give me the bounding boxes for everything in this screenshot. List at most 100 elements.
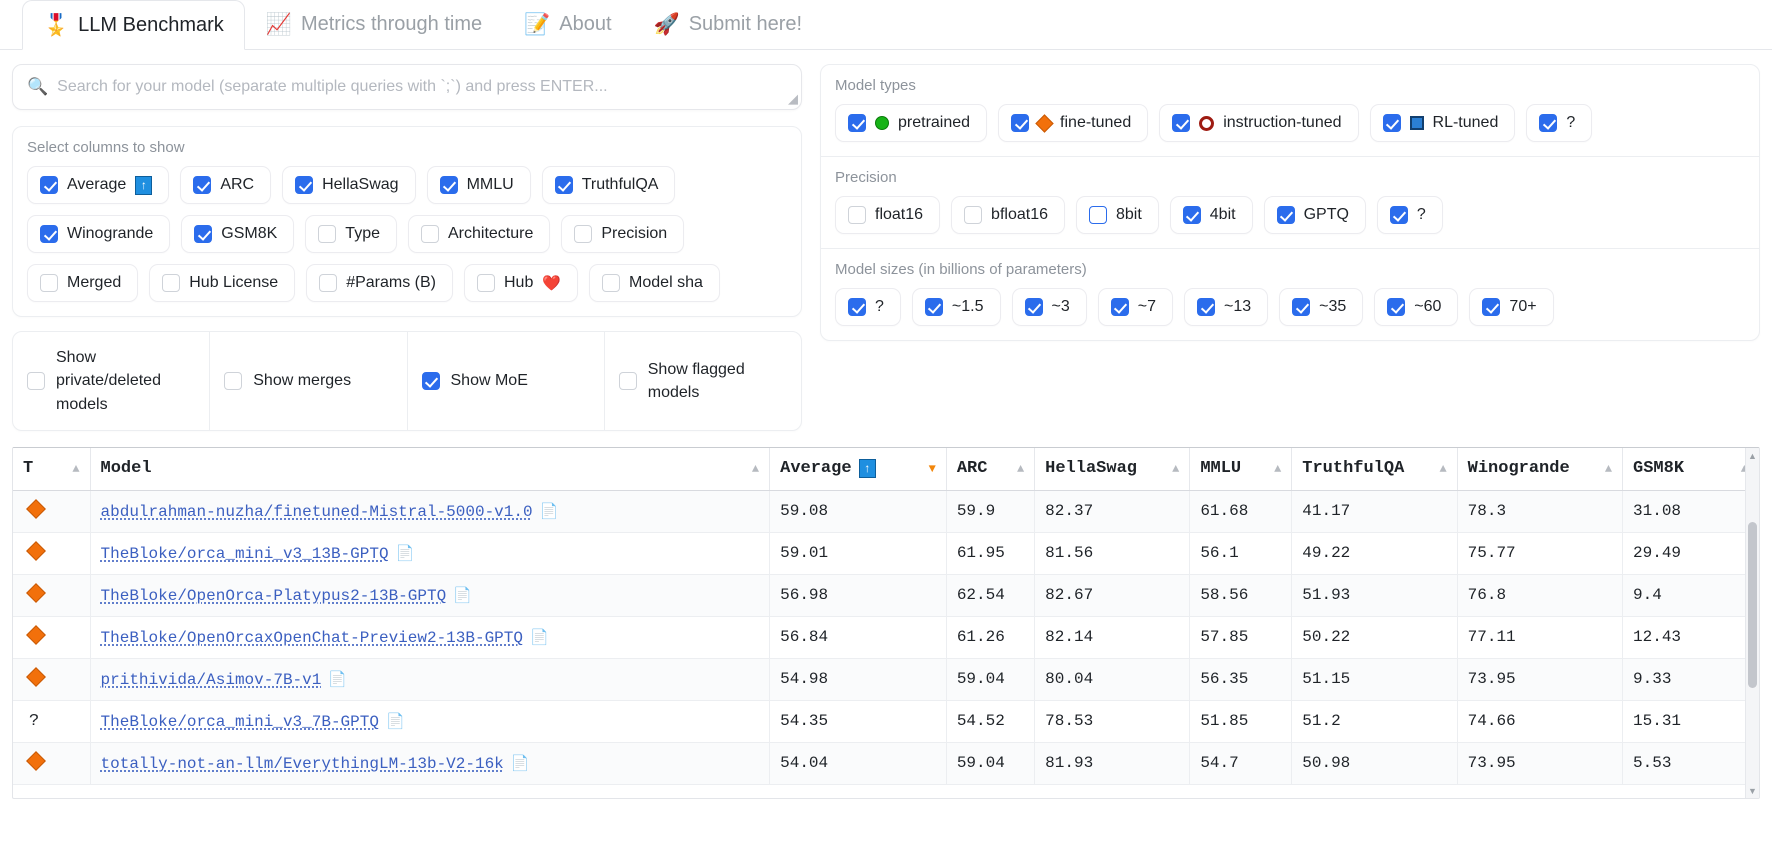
- checkbox[interactable]: [574, 225, 593, 243]
- checkbox[interactable]: [964, 206, 983, 224]
- precision-chip-gptq[interactable]: GPTQ: [1263, 196, 1366, 234]
- sort-asc-icon[interactable]: ▲: [72, 462, 79, 476]
- checkbox[interactable]: [1024, 298, 1043, 316]
- checkbox[interactable]: [1088, 206, 1107, 224]
- show-flagged-models-toggle[interactable]: Show flagged models: [605, 332, 801, 430]
- show-private-deleted-toggle[interactable]: Show private/deleted models: [13, 332, 211, 430]
- column-chip-average[interactable]: Average ↑: [27, 166, 170, 204]
- sort-asc-icon[interactable]: ▲: [1172, 462, 1179, 476]
- checkbox[interactable]: [40, 176, 58, 194]
- checkbox[interactable]: [194, 225, 213, 243]
- model-card-icon[interactable]: 📄: [540, 504, 559, 521]
- checkbox[interactable]: [1482, 298, 1501, 316]
- checkbox[interactable]: [1182, 206, 1201, 224]
- model-size-chip-unknown[interactable]: ?: [835, 288, 901, 326]
- col-header-winogrande[interactable]: Winogrande ▲: [1457, 448, 1624, 491]
- checkbox[interactable]: [318, 225, 337, 243]
- checkbox[interactable]: [848, 298, 866, 316]
- model-size-chip-35[interactable]: ~35: [1279, 288, 1364, 326]
- model-size-chip-70plus[interactable]: 70+: [1469, 288, 1554, 326]
- checkbox[interactable]: [420, 225, 439, 243]
- precision-chip-8bit[interactable]: 8bit: [1075, 196, 1159, 234]
- checkbox[interactable]: [1387, 298, 1406, 316]
- model-size-chip-7[interactable]: ~7: [1097, 288, 1173, 326]
- show-moe-toggle[interactable]: Show MoE: [408, 332, 605, 430]
- column-chip-hub-license[interactable]: Hub License: [149, 264, 296, 302]
- col-header-model[interactable]: Model ▲: [90, 448, 771, 491]
- model-link[interactable]: abdulrahman-nuzha/finetuned-Mistral-5000…: [101, 503, 533, 521]
- checkbox[interactable]: [319, 274, 338, 292]
- checkbox[interactable]: [224, 372, 243, 390]
- checkbox[interactable]: [1382, 114, 1401, 132]
- precision-chip-4bit[interactable]: 4bit: [1169, 196, 1253, 234]
- model-link[interactable]: TheBloke/OpenOrca-Platypus2-13B-GPTQ: [101, 587, 447, 605]
- model-card-icon[interactable]: 📄: [530, 630, 549, 647]
- column-chip-truthfulqa[interactable]: TruthfulQA: [541, 166, 676, 204]
- column-chip-gsm8k[interactable]: GSM8K: [181, 215, 295, 253]
- model-card-icon[interactable]: 📄: [511, 756, 530, 773]
- model-card-icon[interactable]: 📄: [396, 546, 415, 563]
- resize-grip-icon[interactable]: ◢: [782, 91, 798, 107]
- checkbox[interactable]: [848, 114, 866, 132]
- checkbox[interactable]: [1389, 206, 1408, 224]
- column-chip-params[interactable]: #Params (B): [306, 264, 453, 302]
- col-header-t[interactable]: T ▲: [13, 448, 91, 491]
- checkbox[interactable]: [618, 372, 637, 390]
- model-type-chip-unknown[interactable]: ?: [1526, 104, 1593, 142]
- model-link[interactable]: TheBloke/orca_mini_v3_13B-GPTQ: [101, 545, 389, 563]
- model-size-chip-1-5[interactable]: ~1.5: [911, 288, 1001, 326]
- show-merges-toggle[interactable]: Show merges: [210, 332, 408, 430]
- checkbox[interactable]: [421, 372, 440, 390]
- tab-submit-here[interactable]: 🚀 Submit here!: [633, 0, 824, 49]
- model-type-chip-rl-tuned[interactable]: RL-tuned: [1369, 104, 1516, 142]
- model-link[interactable]: TheBloke/OpenOrcaxOpenChat-Preview2-13B-…: [101, 629, 523, 647]
- precision-chip-float16[interactable]: float16: [835, 196, 941, 234]
- tab-llm-benchmark[interactable]: 🎖️ LLM Benchmark: [22, 0, 245, 50]
- checkbox[interactable]: [848, 206, 866, 224]
- checkbox[interactable]: [1276, 206, 1295, 224]
- checkbox[interactable]: [1292, 298, 1311, 316]
- column-chip-mmlu[interactable]: MMLU: [426, 166, 531, 204]
- model-type-chip-instruction-tuned[interactable]: instruction-tuned: [1159, 104, 1359, 142]
- checkbox[interactable]: [439, 176, 458, 194]
- column-chip-hub-hearts[interactable]: Hub ❤️: [464, 264, 579, 302]
- column-chip-architecture[interactable]: Architecture: [407, 215, 551, 253]
- precision-chip-unknown[interactable]: ?: [1376, 196, 1443, 234]
- model-card-icon[interactable]: 📄: [386, 714, 405, 731]
- checkbox[interactable]: [162, 274, 181, 292]
- search-input[interactable]: 🔍 Search for your model (separate multip…: [12, 64, 802, 110]
- scrollbar-thumb[interactable]: [1748, 522, 1757, 688]
- model-type-chip-fine-tuned[interactable]: fine-tuned: [998, 104, 1149, 142]
- tab-metrics-through-time[interactable]: 📈 Metrics through time: [245, 0, 503, 49]
- scroll-down-icon[interactable]: ▼: [1748, 786, 1757, 796]
- col-header-hellaswag[interactable]: HellaSwag ▲: [1034, 448, 1191, 491]
- checkbox[interactable]: [27, 372, 45, 390]
- checkbox[interactable]: [40, 225, 58, 243]
- model-link[interactable]: prithivida/Asimov-7B-v1: [101, 671, 322, 689]
- checkbox[interactable]: [924, 298, 943, 316]
- model-size-chip-3[interactable]: ~3: [1011, 288, 1087, 326]
- scroll-up-icon[interactable]: ▲: [1748, 451, 1757, 461]
- model-link[interactable]: TheBloke/orca_mini_v3_7B-GPTQ: [101, 713, 379, 731]
- model-type-chip-pretrained[interactable]: pretrained: [835, 104, 988, 142]
- col-header-mmlu[interactable]: MMLU ▲: [1189, 448, 1293, 491]
- checkbox[interactable]: [1110, 298, 1129, 316]
- checkbox[interactable]: [602, 274, 621, 292]
- col-header-truthfulqa[interactable]: TruthfulQA ▲: [1291, 448, 1458, 491]
- column-chip-merged[interactable]: Merged: [27, 264, 139, 302]
- col-header-gsm8k[interactable]: GSM8K ▲: [1622, 448, 1759, 491]
- column-chip-precision[interactable]: Precision: [561, 215, 685, 253]
- sort-asc-icon[interactable]: ▲: [1017, 462, 1024, 476]
- sort-desc-icon[interactable]: ▼: [929, 462, 936, 476]
- checkbox[interactable]: [554, 176, 573, 194]
- vertical-scrollbar[interactable]: ▲ ▼: [1745, 448, 1759, 798]
- sort-asc-icon[interactable]: ▲: [1274, 462, 1281, 476]
- model-card-icon[interactable]: 📄: [453, 588, 472, 605]
- model-size-chip-13[interactable]: ~13: [1184, 288, 1269, 326]
- column-chip-hellaswag[interactable]: HellaSwag: [282, 166, 416, 204]
- checkbox[interactable]: [477, 274, 495, 292]
- precision-chip-bfloat16[interactable]: bfloat16: [951, 196, 1065, 234]
- checkbox[interactable]: [193, 176, 212, 194]
- checkbox[interactable]: [1197, 298, 1215, 316]
- sort-asc-icon[interactable]: ▲: [752, 462, 759, 476]
